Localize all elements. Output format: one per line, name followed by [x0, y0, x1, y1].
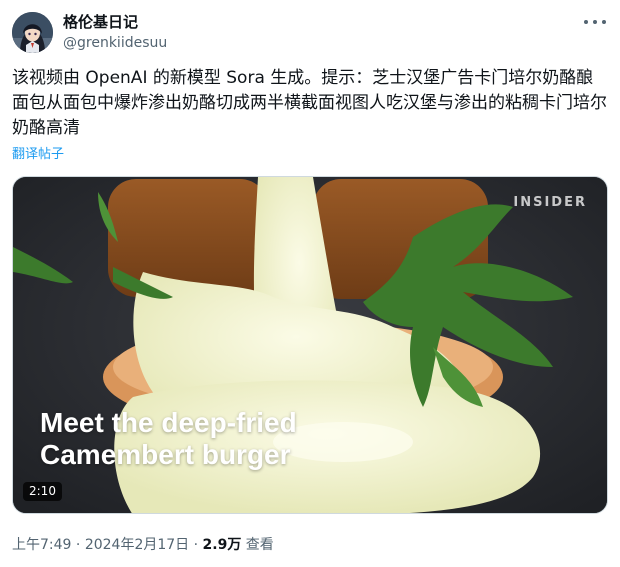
tweet-card: 格伦基日记 @grenkiidesuu 该视频由 OpenAI 的新模型 Sor…	[0, 0, 620, 567]
insider-watermark: INSIDER	[513, 195, 587, 210]
meta-separator: ·	[189, 537, 203, 553]
post-date[interactable]: 2024年2月17日	[85, 537, 189, 553]
video-caption-line-1: Meet the deep-fried	[40, 407, 297, 438]
view-count-label[interactable]: 查看	[241, 537, 274, 553]
video-player[interactable]: INSIDER Meet the deep-fried Camembert bu…	[12, 176, 608, 514]
meta-separator: ·	[71, 537, 85, 553]
author-display-name[interactable]: 格伦基日记	[63, 13, 138, 32]
author-handle[interactable]: @grenkiidesuu	[63, 34, 167, 52]
video-duration-badge: 2:10	[23, 482, 62, 501]
translate-post-link[interactable]: 翻译帖子	[12, 146, 64, 163]
post-text: 该视频由 OpenAI 的新模型 Sora 生成。提示：芝士汉堡广告卡门培尔奶酪…	[12, 68, 607, 138]
more-options-icon[interactable]	[584, 14, 606, 30]
view-count[interactable]: 2.9万	[203, 537, 242, 553]
post-time[interactable]: 上午7:49	[12, 537, 71, 553]
post-metadata: 上午7:49 · 2024年2月17日 · 2.9万 查看	[12, 536, 274, 554]
video-caption-line-2: Camembert burger	[40, 439, 291, 470]
anime-avatar-icon	[12, 12, 53, 53]
author-avatar[interactable]	[12, 12, 53, 53]
video-caption: Meet the deep-fried Camembert burger	[40, 407, 297, 471]
